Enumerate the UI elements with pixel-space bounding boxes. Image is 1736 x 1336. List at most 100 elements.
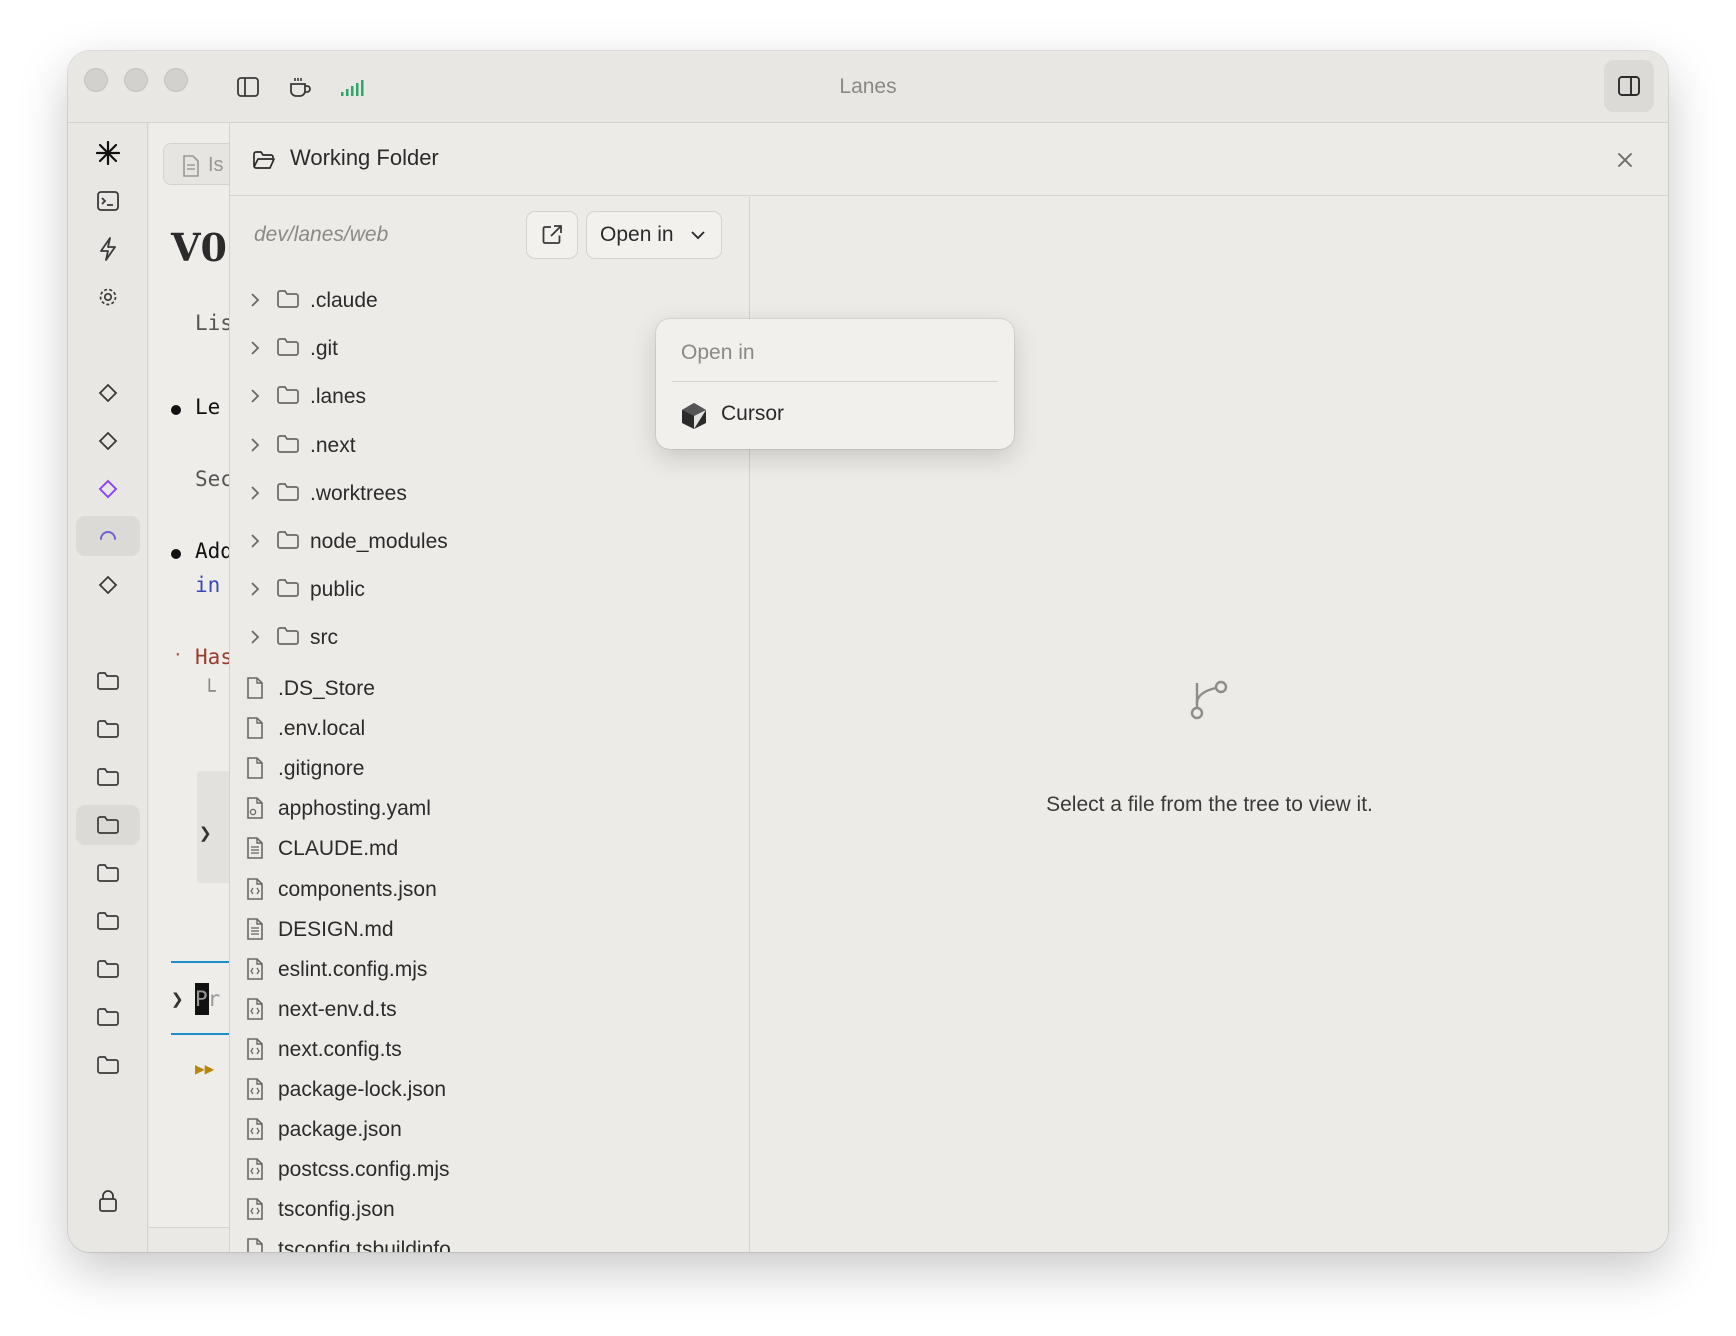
open-in-dropdown-button[interactable]: Open in [586, 211, 722, 259]
file-name: next-env.d.ts [278, 997, 397, 1021]
file-icon [247, 1238, 263, 1252]
document-line: in [195, 573, 221, 597]
folder-name: .next [310, 433, 356, 457]
expand-chevron-icon[interactable]: ❯ [171, 987, 184, 1011]
chevron-right-icon[interactable] [250, 341, 260, 355]
folder-icon[interactable] [76, 709, 140, 749]
terminal-icon[interactable] [76, 181, 140, 221]
git-branch-icon [1190, 680, 1228, 720]
text-file-icon [247, 917, 263, 940]
code-file-icon [247, 1118, 263, 1140]
file-row[interactable]: apphosting.yaml [230, 791, 749, 829]
file-name: DESIGN.md [278, 917, 394, 941]
lock-icon[interactable] [76, 1181, 140, 1221]
file-name: apphosting.yaml [278, 797, 431, 821]
folder-name: public [310, 578, 365, 602]
chevron-right-icon[interactable] [250, 389, 260, 404]
code-file-icon [247, 877, 263, 900]
file-name: .DS_Store [278, 677, 375, 700]
open-external-button[interactable] [526, 211, 578, 259]
document-line: Has [195, 645, 233, 669]
chevron-right-icon[interactable] [250, 630, 260, 645]
folder-name: .git [310, 337, 339, 361]
chevron-right-icon[interactable] [250, 293, 260, 307]
folder-icon[interactable] [76, 949, 140, 989]
folder-icon[interactable] [76, 853, 140, 893]
sparkle-icon[interactable] [76, 133, 140, 173]
chevron-right-icon[interactable] [250, 534, 260, 548]
folder-icon [277, 627, 299, 646]
folder-icon[interactable] [76, 901, 140, 941]
document-icon [183, 155, 199, 177]
file-row[interactable]: CLAUDE.md [230, 831, 749, 869]
activity-rail [68, 123, 148, 1252]
right-panel-toggle-button[interactable] [1604, 60, 1654, 112]
code-file-icon [247, 1158, 263, 1180]
file-row[interactable]: package-lock.json [230, 1072, 749, 1110]
file-row[interactable]: .env.local [230, 711, 749, 749]
file-row[interactable]: next-env.d.ts [230, 992, 749, 1030]
document-line: Le [195, 395, 221, 419]
bullet-marker [171, 549, 181, 559]
menu-item-cursor[interactable]: Cursor [664, 389, 1006, 439]
document-line: Lis [195, 311, 233, 335]
folder-icon [277, 434, 299, 453]
folder-path: dev/lanes/web [254, 223, 389, 246]
lightning-icon[interactable] [76, 229, 140, 269]
folder-icon[interactable] [76, 805, 140, 845]
close-icon [1618, 153, 1632, 167]
chevron-down-icon [691, 231, 705, 240]
folder-row[interactable]: .worktrees [230, 474, 749, 514]
file-row[interactable]: tsconfig.json [230, 1192, 749, 1230]
document-line: Add [195, 539, 233, 563]
code-file-icon [247, 997, 263, 1020]
title-bar: Lanes [68, 51, 1668, 123]
file-row[interactable]: eslint.config.mjs [230, 952, 749, 990]
folder-icon [277, 482, 299, 501]
folder-row[interactable]: src [230, 618, 749, 658]
chevron-right-icon[interactable] [250, 582, 260, 596]
folder-row[interactable]: public [230, 570, 749, 610]
file-name: .gitignore [278, 757, 365, 781]
file-row[interactable]: package.json [230, 1112, 749, 1150]
folder-row[interactable]: node_modules [230, 522, 749, 562]
folder-name: .claude [310, 289, 378, 312]
folder-icon[interactable] [76, 661, 140, 701]
folder-name: .worktrees [310, 481, 407, 505]
diamond-icon[interactable] [76, 421, 140, 461]
bullet-marker [171, 405, 181, 415]
play-marker-icon: ▶▶ [195, 1059, 215, 1078]
diamond-icon[interactable] [76, 565, 140, 605]
panel-title: Working Folder [290, 145, 439, 170]
folder-icon[interactable] [76, 1045, 140, 1085]
file-row[interactable]: .DS_Store [230, 671, 749, 709]
close-panel-button[interactable] [1612, 147, 1638, 173]
file-row[interactable]: DESIGN.md [230, 912, 749, 950]
diamond-icon[interactable] [76, 373, 140, 413]
file-row[interactable]: next.config.ts [230, 1032, 749, 1070]
folder-icon [277, 386, 299, 405]
folder-icon[interactable] [76, 757, 140, 797]
file-icon [247, 677, 263, 699]
file-name: postcss.config.mjs [278, 1158, 450, 1182]
loading-spinner-icon[interactable] [76, 516, 140, 556]
document-tab-label: Is [208, 154, 224, 176]
folder-name: node_modules [310, 530, 448, 553]
expand-chevron-icon[interactable]: ❯ [199, 821, 212, 845]
file-name: next.config.ts [278, 1037, 402, 1061]
file-row[interactable]: .gitignore [230, 751, 749, 789]
file-name: tsconfig.json [278, 1198, 395, 1222]
folder-row[interactable]: .claude [230, 281, 749, 321]
folder-icon[interactable] [76, 997, 140, 1037]
diamond-purple-icon[interactable] [76, 469, 140, 509]
chevron-right-icon[interactable] [250, 486, 260, 500]
folder-name: .lanes [310, 385, 367, 409]
file-row[interactable]: postcss.config.mjs [230, 1152, 749, 1190]
chevron-right-icon[interactable] [250, 437, 260, 452]
empty-state-message: Select a file from the tree to view it. [1046, 793, 1373, 816]
open-folder-icon [253, 151, 275, 169]
file-row[interactable]: tsconfig.tsbuildinfo [230, 1232, 749, 1252]
folder-icon [277, 290, 299, 308]
file-row[interactable]: components.json [230, 872, 749, 910]
settings-gear-icon[interactable] [76, 277, 140, 317]
